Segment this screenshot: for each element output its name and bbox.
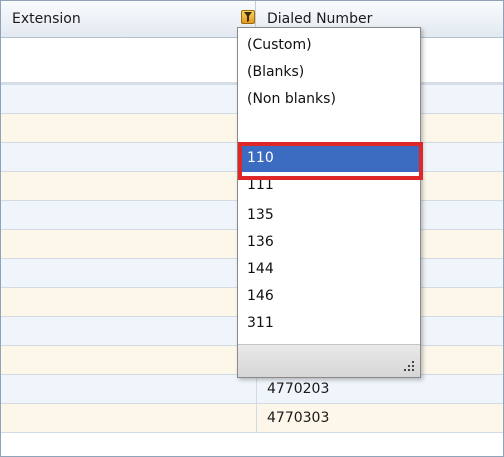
filter-option-non-blanks[interactable]: (Non blanks) [239, 86, 419, 113]
dropdown-footer [238, 344, 420, 377]
filter-dropdown-list[interactable]: (Custom) (Blanks) (Non blanks) 110 111 1… [237, 27, 421, 378]
column-header-extension[interactable]: Extension [1, 1, 256, 37]
funnel-glyph [244, 12, 252, 22]
filter-option-135[interactable]: 135 [239, 202, 419, 229]
cell-extension[interactable] [1, 375, 257, 403]
filter-option-144[interactable]: 144 [239, 256, 419, 283]
cell-extension[interactable] [1, 404, 257, 432]
cell-extension[interactable] [1, 259, 257, 287]
cell-extension[interactable] [1, 172, 257, 200]
cell-extension[interactable] [1, 114, 257, 142]
cell-extension[interactable] [1, 288, 257, 316]
table-row[interactable]: 4770303 [1, 404, 503, 433]
cell-extension[interactable] [1, 85, 257, 113]
filter-option-blanks[interactable]: (Blanks) [239, 59, 419, 86]
cell-extension[interactable] [1, 317, 257, 345]
table-row[interactable]: 4770203 [1, 375, 503, 404]
resize-grip-icon[interactable] [402, 359, 414, 371]
filter-option-custom[interactable]: (Custom) [239, 32, 419, 59]
cell-dialed-number[interactable]: 4770303 [257, 404, 503, 432]
filter-option-111[interactable]: 111 [239, 172, 419, 199]
column-header-extension-label: Extension [12, 11, 81, 27]
cell-extension[interactable] [1, 230, 257, 258]
filter-option-136[interactable]: 136 [239, 229, 419, 256]
filter-option-110[interactable]: 110 [239, 145, 419, 172]
filter-option-empty[interactable] [239, 113, 419, 140]
filter-funnel-icon[interactable] [241, 10, 255, 24]
cell-extension[interactable] [1, 201, 257, 229]
filter-option-311[interactable]: 311 [239, 310, 419, 337]
filter-option-146[interactable]: 146 [239, 283, 419, 310]
cell-dialed-number[interactable]: 4770203 [257, 375, 503, 403]
cell-extension[interactable] [1, 346, 257, 374]
cell-extension[interactable] [1, 143, 257, 171]
column-header-dialed-number-label: Dialed Number [267, 11, 373, 27]
grid: Extension Dialed Number 4770203 4770303 … [0, 0, 504, 457]
